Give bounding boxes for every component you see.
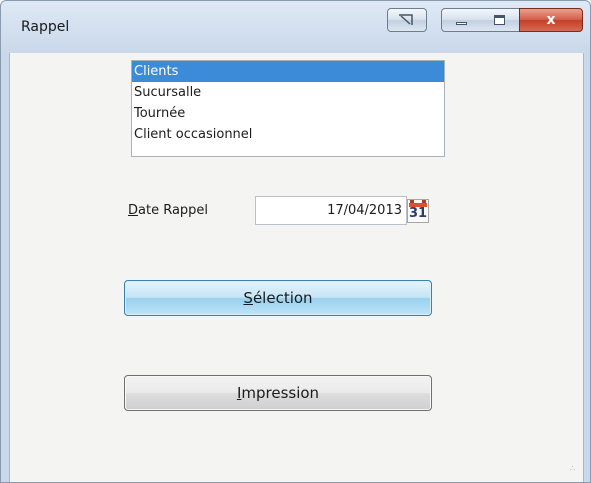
maximize-icon xyxy=(494,15,505,25)
date-rappel-input[interactable]: 17/04/2013 xyxy=(255,196,407,225)
close-button[interactable]: x xyxy=(519,8,583,32)
maximize-button[interactable] xyxy=(480,8,520,32)
pin-icon xyxy=(398,12,414,26)
impression-button[interactable]: Impression xyxy=(124,375,432,411)
window-title: Rappel xyxy=(21,19,70,35)
calendar-icon[interactable]: 31 xyxy=(407,199,429,223)
date-rappel-label: Date Rappel xyxy=(128,203,209,218)
extra-title-button[interactable] xyxy=(387,8,427,32)
list-item[interactable]: Client occasionnel xyxy=(132,124,444,145)
minimize-button[interactable] xyxy=(441,8,481,32)
list-item[interactable]: Tournée xyxy=(132,103,444,124)
category-listbox[interactable]: Clients Sucursalle Tournée Client occasionn… xyxy=(131,60,445,157)
title-bar[interactable]: Rappel x xyxy=(1,1,590,53)
rappel-window: Rappel x Clients Sucursalle Tournée Client … xyxy=(0,0,591,483)
selection-button[interactable]: Sélection xyxy=(124,280,432,316)
minimize-icon xyxy=(456,22,467,25)
resize-grip[interactable]: ∴ xyxy=(570,465,580,475)
list-item[interactable]: Sucursalle xyxy=(132,82,444,103)
dialog-body: Clients Sucursalle Tournée Client occasionn… xyxy=(9,53,584,482)
list-item[interactable]: Clients xyxy=(132,61,444,82)
calendar-day: 31 xyxy=(408,206,428,221)
close-icon: x xyxy=(546,12,556,28)
